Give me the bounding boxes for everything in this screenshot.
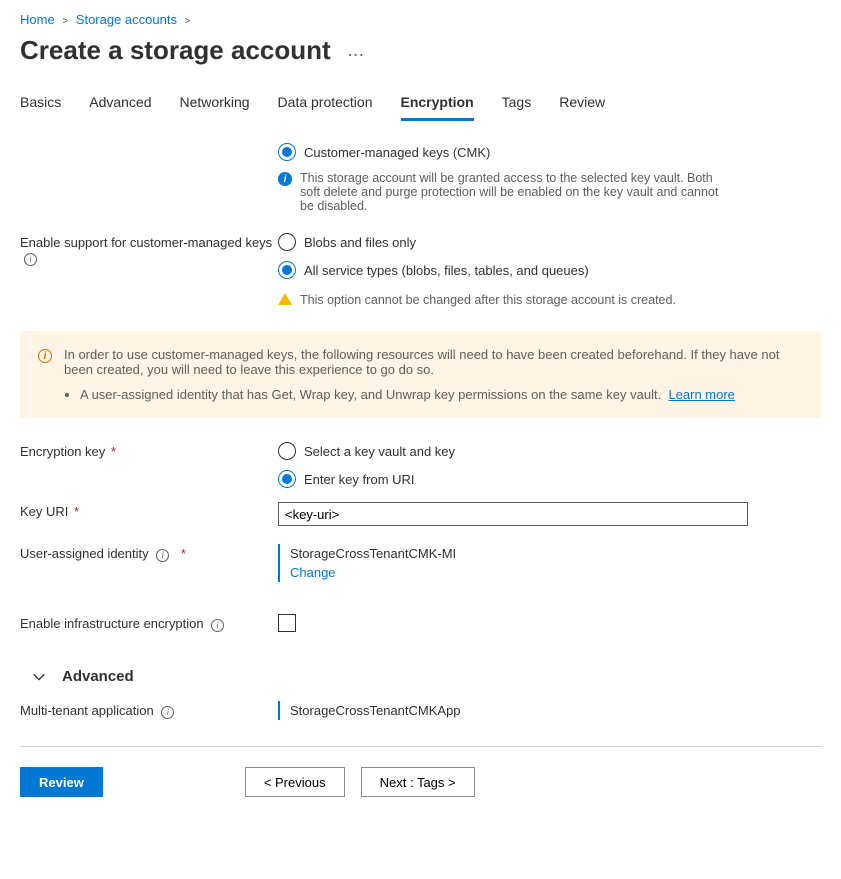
support-label: Enable support for customer-managed keys xyxy=(20,235,272,250)
advanced-section-header[interactable]: Advanced xyxy=(32,668,821,685)
tab-review[interactable]: Review xyxy=(559,94,605,121)
required-indicator: * xyxy=(181,546,186,561)
cmk-info-text: This storage account will be granted acc… xyxy=(300,171,720,213)
required-indicator: * xyxy=(74,504,79,519)
advanced-section-title: Advanced xyxy=(62,668,134,685)
tab-networking[interactable]: Networking xyxy=(180,94,250,121)
footer-divider xyxy=(20,746,821,747)
page-title: Create a storage account xyxy=(20,35,331,66)
radio-cmk[interactable] xyxy=(278,143,296,161)
tab-tags[interactable]: Tags xyxy=(502,94,532,121)
previous-button[interactable]: < Previous xyxy=(245,767,345,797)
encryption-key-label: Encryption key xyxy=(20,444,105,459)
multi-tenant-value: StorageCrossTenantCMKApp xyxy=(290,703,821,718)
radio-enter-key-uri[interactable] xyxy=(278,470,296,488)
radio-cmk-label: Customer-managed keys (CMK) xyxy=(304,145,490,160)
warning-icon xyxy=(278,293,292,305)
change-identity-link[interactable]: Change xyxy=(290,565,821,580)
learn-more-link[interactable]: Learn more xyxy=(668,387,734,402)
help-icon[interactable]: i xyxy=(24,253,37,266)
chevron-right-icon: > xyxy=(62,16,68,27)
next-button[interactable]: Next : Tags > xyxy=(361,767,475,797)
notice-box: i In order to use customer-managed keys,… xyxy=(20,331,821,418)
breadcrumb-storage-accounts[interactable]: Storage accounts xyxy=(76,12,177,27)
notice-text: In order to use customer-managed keys, t… xyxy=(64,347,803,377)
tab-encryption[interactable]: Encryption xyxy=(401,94,474,121)
info-icon: i xyxy=(278,172,292,186)
radio-select-key-vault-label: Select a key vault and key xyxy=(304,444,455,459)
radio-all-service-types-label: All service types (blobs, files, tables,… xyxy=(304,263,589,278)
tab-advanced[interactable]: Advanced xyxy=(89,94,151,121)
help-icon[interactable]: i xyxy=(161,706,174,719)
user-assigned-identity-label: User-assigned identity xyxy=(20,546,149,561)
info-icon: i xyxy=(38,349,52,363)
support-warning-text: This option cannot be changed after this… xyxy=(300,293,676,307)
infra-encryption-checkbox[interactable] xyxy=(278,614,296,632)
breadcrumb-home[interactable]: Home xyxy=(20,12,55,27)
user-assigned-identity-value: StorageCrossTenantCMK-MI xyxy=(290,546,821,561)
notice-bullet: A user-assigned identity that has Get, W… xyxy=(80,387,661,402)
radio-select-key-vault[interactable] xyxy=(278,442,296,460)
radio-enter-key-uri-label: Enter key from URI xyxy=(304,472,415,487)
tab-basics[interactable]: Basics xyxy=(20,94,61,121)
chevron-right-icon: > xyxy=(185,16,191,27)
help-icon[interactable]: i xyxy=(156,549,169,562)
more-actions-icon[interactable]: … xyxy=(347,40,367,61)
help-icon[interactable]: i xyxy=(211,619,224,632)
tab-data-protection[interactable]: Data protection xyxy=(278,94,373,121)
infra-encryption-label: Enable infrastructure encryption xyxy=(20,616,204,631)
tabs: Basics Advanced Networking Data protecti… xyxy=(20,94,821,121)
chevron-down-icon xyxy=(32,670,46,684)
radio-blobs-files-only-label: Blobs and files only xyxy=(304,235,416,250)
multi-tenant-label: Multi-tenant application xyxy=(20,703,154,718)
required-indicator: * xyxy=(111,444,116,459)
key-uri-label: Key URI xyxy=(20,504,68,519)
radio-all-service-types[interactable] xyxy=(278,261,296,279)
footer: Review < Previous Next : Tags > xyxy=(0,755,841,809)
review-button[interactable]: Review xyxy=(20,767,103,797)
breadcrumb: Home > Storage accounts > xyxy=(20,12,821,27)
key-uri-input[interactable] xyxy=(278,502,748,526)
radio-blobs-files-only[interactable] xyxy=(278,233,296,251)
